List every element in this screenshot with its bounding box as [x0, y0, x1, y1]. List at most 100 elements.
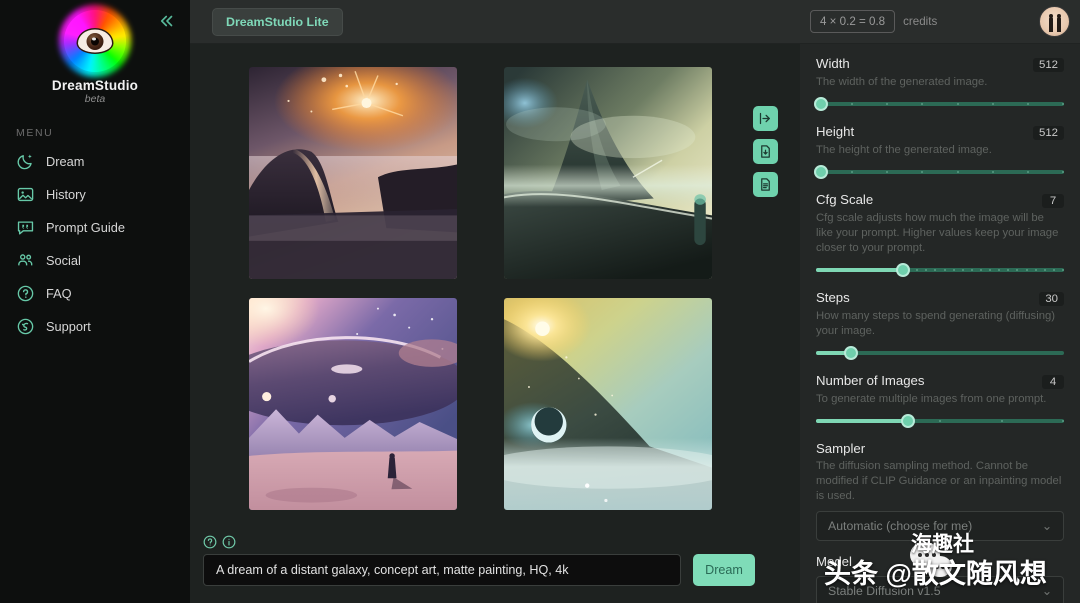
document-download-icon [758, 144, 773, 159]
prompt-help-row [203, 535, 800, 549]
cfg-scale-slider[interactable] [816, 263, 1064, 277]
model-selected-value: Stable Diffusion v1.5 [828, 584, 1042, 598]
download-metadata-button[interactable] [753, 172, 778, 197]
sampler-selected-value: Automatic (choose for me) [828, 519, 1042, 533]
steps-slider[interactable] [816, 346, 1064, 360]
generated-image-4[interactable] [504, 298, 712, 510]
image-icon [16, 185, 35, 204]
setting-label: Steps [816, 290, 1039, 305]
setting-header: Height512 [816, 124, 1064, 140]
dreamstudio-eye-logo [64, 10, 126, 72]
question-circle-icon [16, 284, 35, 303]
sidebar-item-label: Support [46, 319, 91, 334]
sidebar-item-label: Prompt Guide [46, 220, 125, 235]
slider-fill [816, 419, 908, 423]
sidebar-item-history[interactable]: History [0, 178, 190, 211]
slider-fill [816, 268, 903, 272]
setting-value: 4 [1042, 375, 1064, 389]
people-icon [16, 251, 35, 270]
setting-description: How many steps to spend generating (diff… [816, 309, 1064, 339]
setting-label: Height [816, 124, 1033, 139]
sidebar-item-label: History [46, 187, 86, 202]
slider-thumb[interactable] [814, 97, 828, 111]
sidebar-item-social[interactable]: Social [0, 244, 190, 277]
number-of-images-slider[interactable] [816, 414, 1064, 428]
sidebar-item-label: Social [46, 253, 81, 268]
setting-header: Model [816, 554, 1064, 569]
generated-image-2[interactable] [504, 67, 712, 279]
sampler-select[interactable]: Automatic (choose for me)⌄ [816, 511, 1064, 541]
setting-header: Sampler [816, 441, 1064, 456]
setting-description: To generate multiple images from one pro… [816, 392, 1064, 407]
gallery-area: Dream [190, 44, 800, 603]
brand-subtitle: beta [0, 93, 190, 105]
setting-label: Sampler [816, 441, 1064, 456]
settings-panel: 4 × 0.2 = 0.8 credits Width 512 The width … [800, 0, 1080, 603]
chevron-down-icon: ⌄ [1042, 584, 1052, 598]
credits-bar: 4 × 0.2 = 0.8 credits [800, 0, 1080, 44]
export-icon-button[interactable] [753, 106, 778, 131]
avatar[interactable] [1039, 6, 1070, 37]
setting-value: 512 [1033, 126, 1064, 140]
slider-thumb[interactable] [844, 346, 858, 360]
prompt-input[interactable] [203, 554, 681, 586]
collapse-sidebar-button[interactable] [152, 8, 182, 34]
setting-label: Width [816, 56, 1033, 71]
setting-description: The width of the generated image. [816, 75, 1064, 90]
sidebar-item-dream[interactable]: Dream [0, 145, 190, 178]
credits-cost-badge[interactable]: 4 × 0.2 = 0.8 [810, 10, 895, 33]
settings-list: Width 512 The width of the generated image… [800, 44, 1080, 603]
setting-label: Model [816, 554, 1064, 569]
setting-number-of-images: Number of Images4 To generate multiple im… [816, 373, 1064, 428]
dream-button[interactable]: Dream [693, 554, 755, 586]
generated-image-3[interactable] [249, 298, 457, 510]
setting-description: Cfg scale adjusts how much the image wil… [816, 211, 1064, 256]
setting-label: Number of Images [816, 373, 1042, 388]
chevrons-left-icon [158, 12, 176, 30]
slider-thumb[interactable] [814, 165, 828, 179]
setting-header: Steps30 [816, 290, 1064, 306]
sidebar-item-support[interactable]: Support [0, 310, 190, 343]
setting-header: Number of Images4 [816, 373, 1064, 389]
setting-description: The diffusion sampling method. Cannot be… [816, 459, 1064, 504]
setting-value: 7 [1042, 194, 1064, 208]
credits-label: credits [903, 15, 937, 28]
document-list-icon [758, 177, 773, 192]
menu-section-label: MENU [16, 127, 190, 139]
height-slider[interactable] [816, 165, 1064, 179]
slider-thumb[interactable] [901, 414, 915, 428]
setting-steps: Steps30 How many steps to spend generatin… [816, 290, 1064, 360]
slider-thumb[interactable] [896, 263, 910, 277]
download-image-button[interactable] [753, 139, 778, 164]
sidebar-item-prompt-guide[interactable]: Prompt Guide [0, 211, 190, 244]
generated-image-3-canvas [249, 298, 457, 510]
main-area: DreamStudio Lite [190, 0, 800, 603]
width-slider[interactable] [816, 97, 1064, 111]
slider-ticks [816, 103, 1064, 105]
image-action-buttons [753, 106, 778, 197]
info-circle-icon[interactable] [222, 535, 236, 549]
setting-sampler: Sampler The diffusion sampling method. Ca… [816, 441, 1064, 541]
setting-cfg-scale: Cfg Scale7 Cfg scale adjusts how much the… [816, 192, 1064, 277]
sidebar-item-label: FAQ [46, 286, 72, 301]
prompt-row: Dream [203, 554, 800, 586]
setting-value: 30 [1039, 292, 1064, 306]
sidebar-item-faq[interactable]: FAQ [0, 277, 190, 310]
generated-image-2-canvas [504, 67, 712, 279]
tab-dreamstudio-lite[interactable]: DreamStudio Lite [212, 8, 343, 36]
support-circle-icon [16, 317, 35, 336]
setting-model: Model Stable Diffusion v1.5⌄ [816, 554, 1064, 603]
quote-bubble-icon [16, 218, 35, 237]
top-bar: DreamStudio Lite [190, 0, 800, 44]
slider-ticks [816, 171, 1064, 173]
generated-image-1[interactable] [249, 67, 457, 279]
model-select[interactable]: Stable Diffusion v1.5⌄ [816, 576, 1064, 603]
setting-header: Cfg Scale7 [816, 192, 1064, 208]
arrow-into-box-icon [758, 111, 773, 126]
dreamstudio-app: DreamStudio beta MENU DreamHistoryPrompt… [0, 0, 1080, 603]
setting-label: Cfg Scale [816, 192, 1042, 207]
setting-description: The height of the generated image. [816, 143, 1064, 158]
sidebar: DreamStudio beta MENU DreamHistoryPrompt… [0, 0, 190, 603]
question-circle-icon[interactable] [203, 535, 217, 549]
prompt-zone: Dream [190, 535, 800, 603]
